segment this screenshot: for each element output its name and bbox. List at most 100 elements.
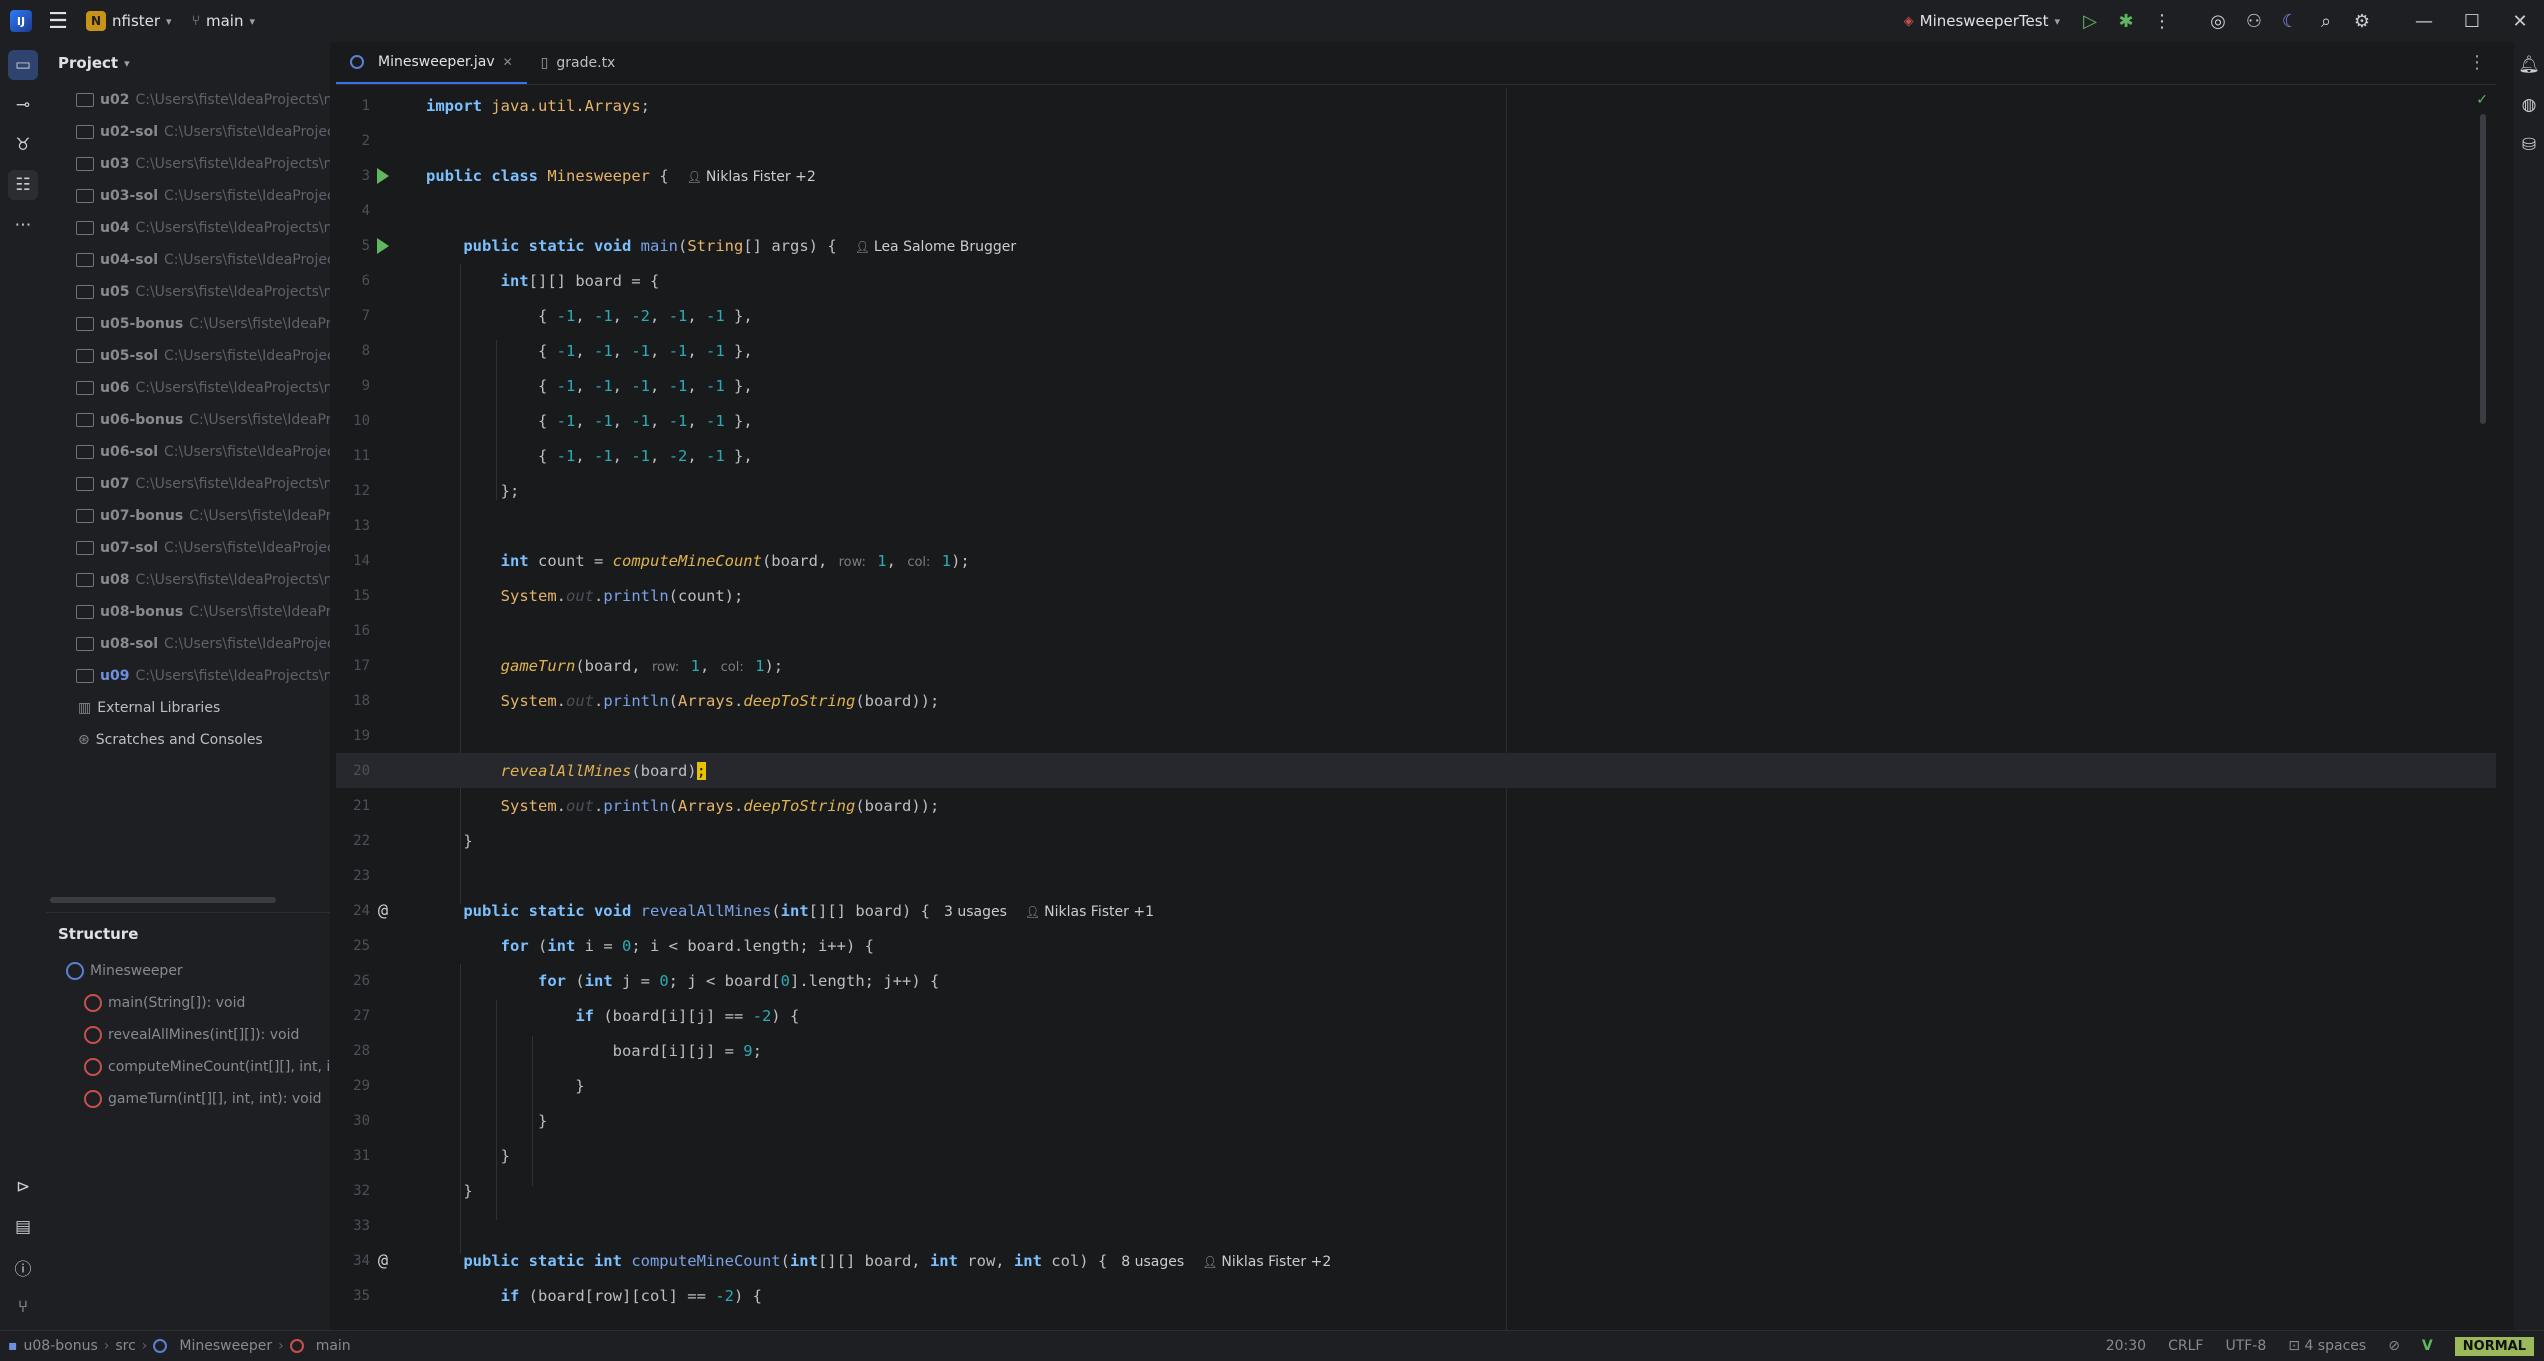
run-class-gutter-icon[interactable] bbox=[374, 167, 392, 185]
author-inlay[interactable]: 👤︎ Lea Salome Brugger bbox=[855, 239, 1016, 255]
project-name: nfister bbox=[112, 12, 161, 30]
breadcrumb-method[interactable]: main bbox=[316, 1338, 351, 1354]
annotation-at-icon[interactable]: @ bbox=[374, 1251, 392, 1271]
code-line: 33 bbox=[353, 1217, 370, 1234]
breadcrumb-class[interactable]: Minesweeper bbox=[179, 1338, 272, 1354]
project-switcher[interactable]: N nfister ▾ bbox=[76, 11, 182, 31]
tab-minesweeper-java[interactable]: Minesweeper.jav ✕ bbox=[336, 42, 527, 84]
tab-grade-txt[interactable]: ▯ grade.tx bbox=[527, 42, 630, 84]
vim-icon[interactable]: V bbox=[2422, 1338, 2433, 1354]
param-hint: col: bbox=[907, 554, 931, 570]
code-line: 9 { -1, -1, -1, -1, -1 }, bbox=[361, 376, 753, 395]
close-window-button[interactable]: ✕ bbox=[2496, 0, 2544, 42]
readonly-toggle-icon[interactable]: ⊘ bbox=[2388, 1338, 2400, 1354]
pull-requests-icon[interactable]: ♉ bbox=[8, 130, 38, 160]
add-user-icon[interactable]: ⚇ bbox=[2236, 3, 2272, 39]
run-configuration-selector[interactable]: ◈ MinesweeperTest ▾ bbox=[1892, 12, 2072, 30]
indent-selector[interactable]: ⊡ 4 spaces bbox=[2288, 1338, 2366, 1354]
project-tree-item[interactable]: u02-sol C:\Users\fiste\IdeaProjects\ bbox=[46, 116, 330, 148]
structure-method-node[interactable]: gameTurn(int[][], int, int): void bbox=[46, 1083, 330, 1115]
project-tree-item[interactable]: u05-bonus C:\Users\fiste\IdeaProjec bbox=[46, 308, 330, 340]
code-line: 16 bbox=[353, 622, 370, 639]
main-menu-button[interactable]: ☰ bbox=[40, 5, 76, 37]
structure-class-node[interactable]: Minesweeper bbox=[46, 955, 330, 987]
project-badge: N bbox=[86, 11, 106, 31]
project-tree-item[interactable]: u04-sol C:\Users\fiste\IdeaProjects\ bbox=[46, 244, 330, 276]
method-icon bbox=[84, 1058, 102, 1076]
project-folder-icon[interactable]: ▭ bbox=[8, 50, 38, 80]
problems-icon[interactable]: ⓘ bbox=[8, 1252, 38, 1282]
search-icon[interactable]: ⌕ bbox=[2308, 3, 2344, 39]
structure-method-node[interactable]: revealAllMines(int[][]): void bbox=[46, 1019, 330, 1051]
project-tree-item[interactable]: u08-bonus C:\Users\fiste\IdeaProjec bbox=[46, 596, 330, 628]
author-inlay[interactable]: 👤︎ Niklas Fister +2 bbox=[1202, 1254, 1331, 1270]
project-tree-item[interactable]: u09 C:\Users\fiste\IdeaProjects\nfis bbox=[46, 660, 330, 692]
code-line: 23 bbox=[353, 867, 370, 884]
settings-gear-icon[interactable]: ⚙ bbox=[2344, 3, 2380, 39]
maximize-window-button[interactable]: ☐ bbox=[2448, 0, 2496, 42]
notifications-bell-icon[interactable]: 🔔︎ bbox=[2514, 50, 2544, 80]
project-tree-item[interactable]: u07-sol C:\Users\fiste\IdeaProjects\ bbox=[46, 532, 330, 564]
external-libraries-label: External Libraries bbox=[97, 700, 221, 716]
module-name: u05-bonus bbox=[100, 316, 184, 332]
project-tree-item[interactable]: u06 C:\Users\fiste\IdeaProjects\nfis bbox=[46, 372, 330, 404]
editor-area: Minesweeper.jav ✕ ▯ grade.tx ⋮ ✓ 1 import… bbox=[336, 42, 2496, 1330]
module-folder-icon bbox=[76, 381, 94, 395]
project-tree-item[interactable]: u03-sol C:\Users\fiste\IdeaProjects\ bbox=[46, 180, 330, 212]
breadcrumb-module[interactable]: u08-bonus bbox=[24, 1338, 98, 1354]
git-icon[interactable]: ⑂ bbox=[8, 1292, 38, 1322]
terminal-icon[interactable]: ▤ bbox=[8, 1212, 38, 1242]
theme-moon-icon[interactable]: ☾ bbox=[2272, 3, 2308, 39]
module-folder-icon bbox=[76, 221, 94, 235]
code-line: 13 bbox=[353, 517, 370, 534]
structure-method-node[interactable]: main(String[]): void bbox=[46, 987, 330, 1019]
annotation-at-icon[interactable]: @ bbox=[374, 901, 392, 921]
external-libraries-node[interactable]: ▥ External Libraries bbox=[46, 692, 330, 724]
services-icon[interactable]: ⊳ bbox=[8, 1172, 38, 1202]
tab-options-icon[interactable]: ⋮ bbox=[2468, 52, 2486, 73]
project-tree-item[interactable]: u03 C:\Users\fiste\IdeaProjects\nfis bbox=[46, 148, 330, 180]
commit-icon[interactable]: ⊸ bbox=[8, 90, 38, 120]
structure-method-node[interactable]: computeMineCount(int[][], int, in bbox=[46, 1051, 330, 1083]
run-icon[interactable]: ▷ bbox=[2072, 3, 2108, 39]
minimize-window-button[interactable]: — bbox=[2400, 0, 2448, 42]
project-tree-item[interactable]: u05 C:\Users\fiste\IdeaProjects\nfis bbox=[46, 276, 330, 308]
author-inlay[interactable]: 👤︎ Niklas Fister +2 bbox=[687, 169, 816, 185]
breadcrumb-src[interactable]: src bbox=[115, 1338, 135, 1354]
project-tree-item[interactable]: u08 C:\Users\fiste\IdeaProjects\nfis bbox=[46, 564, 330, 596]
usages-inlay[interactable]: 3 usages bbox=[944, 904, 1007, 920]
module-path: C:\Users\fiste\IdeaProjects\ bbox=[164, 188, 330, 204]
project-tree-item[interactable]: u06-sol C:\Users\fiste\IdeaProjects\ bbox=[46, 436, 330, 468]
more-tools-icon[interactable]: ⋯ bbox=[8, 210, 38, 240]
module-path: C:\Users\fiste\IdeaProjects\nfis bbox=[135, 668, 330, 684]
debug-icon[interactable]: ✱ bbox=[2108, 3, 2144, 39]
scratches-node[interactable]: ⊛ Scratches and Consoles bbox=[46, 724, 330, 756]
line-ending-selector[interactable]: CRLF bbox=[2168, 1338, 2203, 1354]
more-vertical-icon[interactable]: ⋮ bbox=[2144, 3, 2180, 39]
project-tree-item[interactable]: u06-bonus C:\Users\fiste\IdeaProjec bbox=[46, 404, 330, 436]
project-tree-item[interactable]: u07 C:\Users\fiste\IdeaProjects\nfis bbox=[46, 468, 330, 500]
project-tree-item[interactable]: u02 C:\Users\fiste\IdeaProjects\nfis bbox=[46, 84, 330, 116]
branch-switcher[interactable]: ⑂ main ▾ bbox=[182, 12, 265, 30]
usages-inlay[interactable]: 8 usages bbox=[1121, 1254, 1184, 1270]
project-tree-item[interactable]: u08-sol C:\Users\fiste\IdeaProjects\ bbox=[46, 628, 330, 660]
run-main-gutter-icon[interactable] bbox=[374, 237, 392, 255]
ai-assistant-icon[interactable]: ◎ bbox=[2200, 3, 2236, 39]
chevron-down-icon: ▾ bbox=[166, 14, 172, 28]
code-line: 28 board[i][j] = 9; bbox=[353, 1041, 762, 1060]
project-tree-item[interactable]: u04 C:\Users\fiste\IdeaProjects\nfis bbox=[46, 212, 330, 244]
code-line-current: 20 revealAllMines(board); bbox=[336, 753, 2496, 788]
ai-chat-icon[interactable]: ◍ bbox=[2514, 90, 2544, 120]
structure-icon[interactable]: ☷ bbox=[8, 170, 38, 200]
encoding-selector[interactable]: UTF-8 bbox=[2225, 1338, 2266, 1354]
text-cursor: ; bbox=[696, 761, 706, 780]
horizontal-scrollbar[interactable] bbox=[50, 897, 276, 903]
project-panel-header[interactable]: Project ▾ bbox=[46, 42, 330, 84]
module-icon: ▪ bbox=[8, 1338, 18, 1354]
close-tab-icon[interactable]: ✕ bbox=[503, 55, 513, 69]
caret-position[interactable]: 20:30 bbox=[2106, 1338, 2146, 1354]
database-icon[interactable]: ⛁ bbox=[2514, 130, 2544, 160]
project-tree-item[interactable]: u05-sol C:\Users\fiste\IdeaProjects\ bbox=[46, 340, 330, 372]
project-tree-item[interactable]: u07-bonus C:\Users\fiste\IdeaProjec bbox=[46, 500, 330, 532]
author-inlay[interactable]: 👤︎ Niklas Fister +1 bbox=[1025, 904, 1154, 920]
